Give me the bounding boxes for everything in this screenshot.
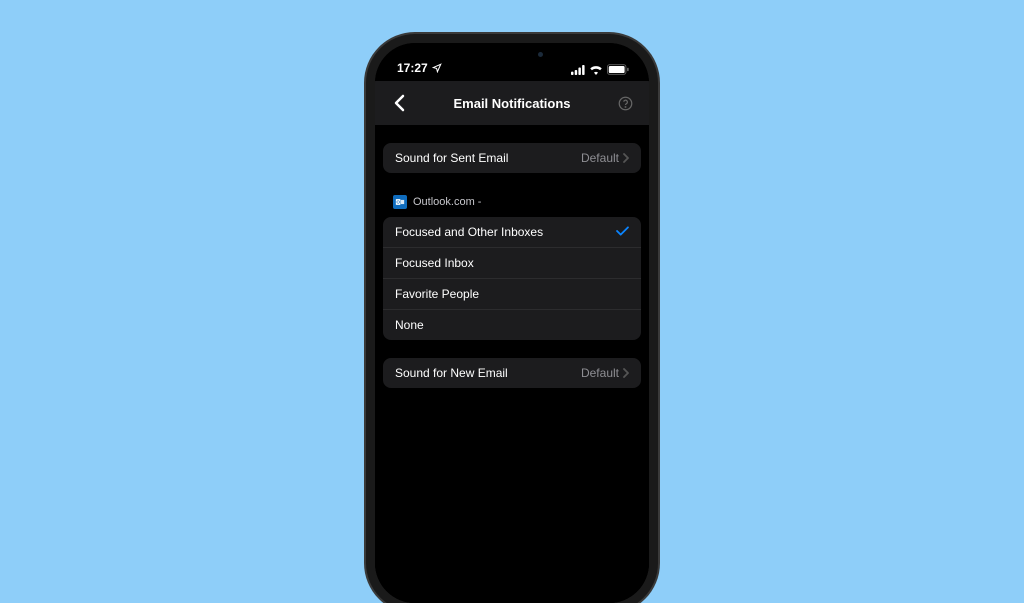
- notch: [457, 43, 567, 65]
- svg-text:O: O: [396, 200, 400, 205]
- phone-frame: 17:27 Email Notifications Sound for Sent…: [375, 43, 649, 603]
- row-value-text: Default: [581, 151, 619, 165]
- option-favorite-people[interactable]: Favorite People: [383, 278, 641, 309]
- screen: 17:27 Email Notifications Sound for Sent…: [375, 43, 649, 603]
- row-value: Default: [581, 366, 629, 380]
- status-left: 17:27: [397, 61, 442, 75]
- chevron-right-icon: [623, 153, 629, 163]
- location-icon: [432, 63, 442, 73]
- option-label: None: [395, 318, 424, 332]
- account-header-text: Outlook.com -: [413, 196, 481, 208]
- sound-sent-group: Sound for Sent Email Default: [383, 143, 641, 173]
- back-button[interactable]: [387, 91, 411, 115]
- sound-sent-row[interactable]: Sound for Sent Email Default: [383, 143, 641, 173]
- option-focused-inbox[interactable]: Focused Inbox: [383, 247, 641, 278]
- chevron-left-icon: [394, 94, 405, 112]
- option-label: Focused and Other Inboxes: [395, 225, 543, 239]
- sound-new-row[interactable]: Sound for New Email Default: [383, 358, 641, 388]
- wifi-icon: [589, 65, 603, 75]
- row-label: Sound for Sent Email: [395, 151, 508, 165]
- help-icon: [618, 96, 633, 111]
- account-header: O Outlook.com -: [383, 195, 641, 209]
- row-label: Sound for New Email: [395, 366, 508, 380]
- nav-bar: Email Notifications: [375, 81, 649, 125]
- cellular-icon: [571, 65, 585, 75]
- option-label: Favorite People: [395, 287, 479, 301]
- help-button[interactable]: [613, 91, 637, 115]
- row-value-text: Default: [581, 366, 619, 380]
- status-right: [571, 64, 629, 75]
- option-label: Focused Inbox: [395, 256, 474, 270]
- page-title: Email Notifications: [453, 96, 570, 111]
- option-none[interactable]: None: [383, 309, 641, 340]
- battery-icon: [607, 64, 629, 75]
- notification-options: Focused and Other Inboxes Focused Inbox …: [383, 217, 641, 340]
- row-value: Default: [581, 151, 629, 165]
- sound-new-group: Sound for New Email Default: [383, 358, 641, 388]
- content: Sound for Sent Email Default O Outlook.c…: [375, 125, 649, 603]
- check-icon: [616, 225, 629, 239]
- chevron-right-icon: [623, 368, 629, 378]
- outlook-icon: O: [393, 195, 407, 209]
- option-focused-and-other[interactable]: Focused and Other Inboxes: [383, 217, 641, 247]
- status-time: 17:27: [397, 61, 428, 75]
